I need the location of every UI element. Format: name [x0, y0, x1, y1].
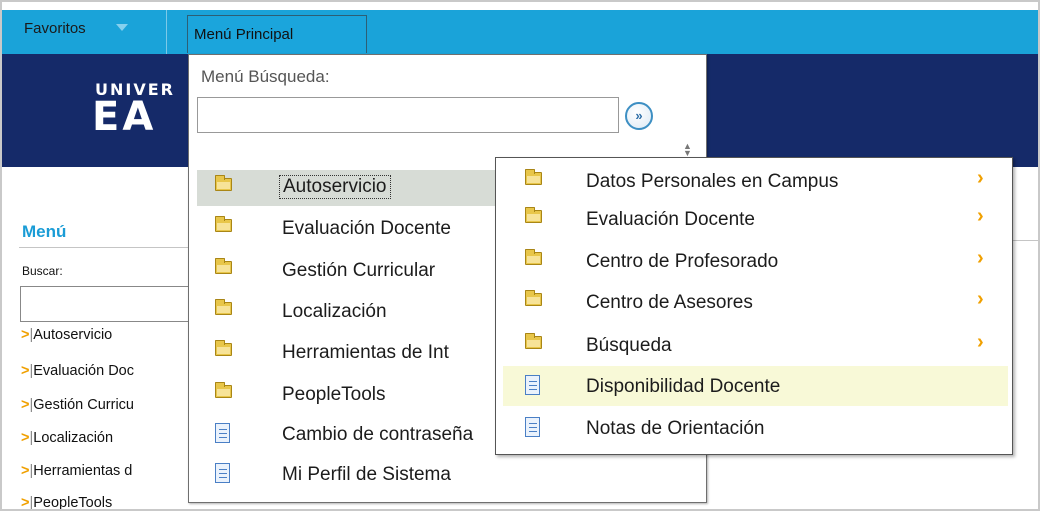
nav-divider	[166, 10, 167, 54]
autoservicio-submenu: Datos Personales en Campus › Evaluación …	[495, 157, 1013, 455]
sidebar-item-label: Localización	[33, 430, 114, 446]
menu-item-herramientas[interactable]: Herramientas de Int	[197, 335, 500, 371]
menu-search-label: Menú Búsqueda:	[201, 67, 330, 86]
chevron-right-icon: ›	[977, 167, 984, 189]
document-icon	[215, 463, 230, 483]
menu-item-peopletools[interactable]: PeopleTools	[197, 377, 500, 413]
document-icon	[525, 375, 540, 395]
main-menu-tab[interactable]: Menú Principal	[187, 15, 367, 53]
submenu-item-label: Disponibilidad Docente	[586, 376, 781, 397]
menu-item-mi-perfil[interactable]: Mi Perfil de Sistema	[197, 457, 500, 493]
sidebar-item-label: Evaluación Doc	[33, 363, 134, 379]
submenu-item-label: Notas de Orientación	[586, 418, 765, 439]
document-icon	[525, 417, 540, 437]
search-label: Buscar:	[22, 264, 63, 278]
submenu-item-datos-personales[interactable]: Datos Personales en Campus ›	[503, 161, 1008, 201]
sidebar-item-label: PeopleTools	[33, 495, 113, 511]
menu-item-evaluacion-docente[interactable]: Evaluación Docente	[197, 211, 500, 247]
submenu-item-centro-profesorado[interactable]: Centro de Profesorado ›	[503, 241, 1008, 281]
menu-item-localizacion[interactable]: Localización	[197, 294, 500, 330]
menu-title: Menú	[22, 222, 67, 241]
sidebar-item-gestion-curricular[interactable]: >|Gestión Curricu	[21, 397, 191, 417]
folder-icon	[525, 333, 542, 349]
browser-frame: Favoritos Menú Principal UNIVER EA Menú …	[0, 0, 1040, 511]
menu-item-label: Herramientas de Int	[282, 342, 449, 363]
sidebar-item-localizacion[interactable]: >|Localización	[21, 430, 191, 450]
menu-item-label: Localización	[282, 301, 387, 322]
folder-icon	[215, 216, 232, 232]
folder-icon	[215, 299, 232, 315]
folder-icon	[525, 290, 542, 306]
submenu-item-busqueda[interactable]: Búsqueda ›	[503, 325, 1008, 365]
search-go-button[interactable]: »	[625, 102, 653, 130]
chevron-right-icon: ›	[977, 247, 984, 269]
menu-item-cambio-contrasena[interactable]: Cambio de contraseña	[197, 417, 500, 453]
submenu-item-evaluacion-docente[interactable]: Evaluación Docente ›	[503, 199, 1008, 239]
chevron-down-icon[interactable]	[116, 24, 128, 31]
folder-icon	[215, 175, 232, 191]
menu-search-input[interactable]	[20, 286, 200, 322]
menu-item-label: Cambio de contraseña	[282, 424, 474, 445]
menu-item-label: PeopleTools	[282, 384, 386, 405]
folder-icon	[215, 340, 232, 356]
chevron-right-icon: ›	[977, 205, 984, 227]
sidebar-item-label: Herramientas d	[33, 463, 133, 479]
folder-icon	[215, 258, 232, 274]
folder-icon	[525, 249, 542, 265]
submenu-item-label: Evaluación Docente	[586, 209, 755, 230]
document-icon	[215, 423, 230, 443]
submenu-item-label: Centro de Asesores	[586, 292, 753, 313]
submenu-item-disponibilidad-docente[interactable]: Disponibilidad Docente	[503, 366, 1008, 406]
folder-icon	[525, 207, 542, 223]
menu-search-field[interactable]	[197, 97, 619, 133]
menu-item-label: Gestión Curricular	[282, 260, 436, 281]
submenu-item-label: Búsqueda	[586, 335, 672, 356]
submenu-item-notas-orientacion[interactable]: Notas de Orientación	[503, 408, 1008, 448]
submenu-item-label: Centro de Profesorado	[586, 251, 779, 272]
menu-item-label: Autoservicio	[279, 175, 391, 199]
chevron-right-icon: ›	[977, 288, 984, 310]
folder-icon	[525, 169, 542, 185]
favorites-menu[interactable]: Favoritos	[24, 20, 86, 37]
top-nav-bar	[2, 10, 1038, 54]
chevron-right-icon: ›	[977, 331, 984, 353]
menu-item-gestion-curricular[interactable]: Gestión Curricular	[197, 253, 500, 289]
sidebar-item-label: Gestión Curricu	[33, 397, 134, 413]
logo-text-main: EA	[92, 94, 157, 140]
sidebar-item-autoservicio[interactable]: >|Autoservicio	[21, 327, 191, 347]
sidebar-item-evaluacion-docente[interactable]: >|Evaluación Doc	[21, 363, 191, 383]
main-menu-label: Menú Principal	[194, 26, 294, 43]
submenu-item-centro-asesores[interactable]: Centro de Asesores ›	[503, 282, 1008, 322]
menu-title-divider	[19, 247, 199, 248]
menu-item-label: Evaluación Docente	[282, 218, 451, 239]
sidebar-item-peopletools[interactable]: >|PeopleTools	[21, 495, 191, 511]
folder-icon	[215, 382, 232, 398]
menu-item-label: Mi Perfil de Sistema	[282, 464, 451, 485]
sidebar-item-label: Autoservicio	[33, 327, 113, 343]
scroll-arrows-icon[interactable]: ▲ ▼	[683, 142, 692, 158]
submenu-item-label: Datos Personales en Campus	[586, 171, 839, 192]
sidebar-item-herramientas[interactable]: >|Herramientas d	[21, 463, 191, 483]
menu-item-autoservicio[interactable]: Autoservicio	[197, 170, 500, 206]
